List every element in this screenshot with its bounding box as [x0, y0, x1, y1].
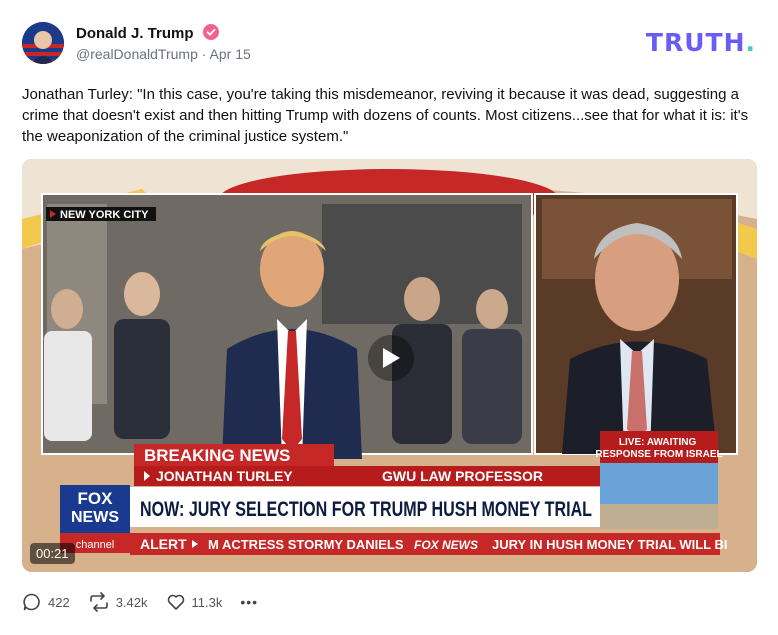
more-options-button[interactable]: ••• — [240, 594, 258, 610]
like-button[interactable]: 11.3k — [166, 592, 223, 612]
logo-dot: . — [745, 28, 756, 57]
like-count: 11.3k — [191, 594, 223, 610]
more-icon: ••• — [240, 594, 259, 610]
truth-logo[interactable]: TRUTH. — [646, 28, 756, 57]
author-name[interactable]: Donald J. Trump — [76, 25, 194, 42]
alert-label: ALERT — [140, 536, 187, 552]
comment-icon — [23, 593, 40, 611]
logo-text: TRUTH — [645, 28, 746, 57]
verified-badge-icon — [202, 24, 219, 40]
author-handle[interactable]: @realDonaldTrump — [76, 46, 198, 62]
post-date[interactable]: Apr 15 — [210, 46, 251, 62]
meta-separator: · — [201, 46, 207, 62]
action-bar: 422 3.42k 11.3k ••• — [22, 592, 276, 612]
breaking-news: BREAKING NEWS — [144, 446, 290, 465]
avatar-image — [22, 22, 64, 64]
video-duration: 00:21 — [30, 543, 75, 564]
play-button[interactable] — [368, 335, 414, 381]
retruth-button[interactable]: 3.42k — [88, 592, 148, 612]
author-name-row[interactable]: Donald J. Trump — [76, 24, 219, 42]
name-line-name: JONATHAN TURLEY — [156, 468, 293, 484]
channel-line3: channel — [76, 539, 115, 551]
channel-line2: NEWS — [71, 509, 119, 526]
channel-line1: FOX — [78, 489, 114, 508]
post-text: Jonathan Turley: "In this case, you're t… — [22, 86, 749, 145]
name-line-title: GWU LAW PROFESSOR — [382, 468, 543, 484]
location-tag: NEW YORK CITY — [60, 209, 149, 221]
avatar[interactable] — [22, 22, 64, 64]
reply-button[interactable]: 422 — [22, 592, 70, 612]
retruth-count: 3.42k — [115, 594, 148, 610]
author-meta: @realDonaldTrump · Apr 15 — [76, 46, 251, 62]
video-player[interactable]: NEW YORK CITY LIVE: AWAITING RESPONSE FR… — [22, 159, 757, 572]
ticker-text-2: JURY IN HUSH MONEY TRIAL WILL BI — [492, 537, 727, 552]
heart-icon — [167, 594, 184, 610]
play-icon — [383, 348, 400, 368]
ticker-text-1: M ACTRESS STORMY DANIELS — [208, 537, 404, 552]
retruth-icon — [89, 592, 108, 612]
reply-count: 422 — [48, 594, 70, 610]
headline: NOW: JURY SELECTION FOR TRUMP HUSH MONEY… — [140, 498, 592, 521]
ticker-brand: FOX NEWS — [414, 538, 478, 552]
